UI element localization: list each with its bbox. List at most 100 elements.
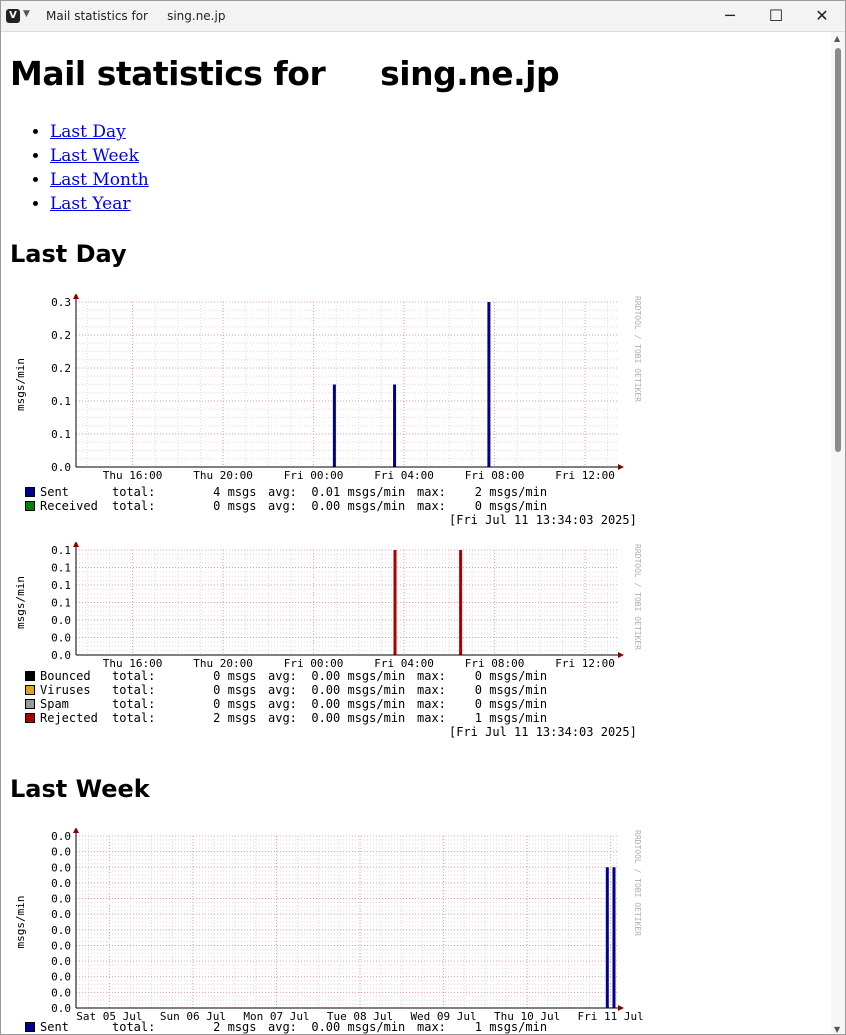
legend-swatch: [25, 487, 35, 497]
legend-series-name: Bounced: [40, 669, 91, 683]
legend-average: avg: 0.00 msgs/min: [268, 697, 406, 711]
y-tick-label: 0.0: [51, 877, 71, 890]
rrdtool-watermark: RRDTOOL / TOBI OETIKER: [633, 830, 642, 936]
y-tick-label: 0.0: [51, 893, 71, 906]
link-last-week[interactable]: Last Week: [50, 146, 139, 166]
legend-series-name: Sent: [40, 485, 69, 499]
x-tick-label: Fri 00:00: [284, 657, 344, 667]
y-tick-label: 0.0: [51, 632, 71, 645]
period-nav: Last Day Last Week Last Month Last Year: [10, 120, 149, 216]
y-tick-label: 0.1: [51, 544, 71, 557]
legend-swatch: [25, 501, 35, 511]
y-tick-label: 0.0: [51, 939, 71, 952]
y-tick-label: 0.0: [51, 1002, 71, 1015]
legend-average: avg: 0.00 msgs/min: [268, 683, 406, 697]
y-tick-label: 0.0: [51, 955, 71, 968]
y-axis-label: msgs/min: [14, 896, 27, 949]
vertical-scrollbar[interactable]: ▲ ▼: [831, 32, 845, 1034]
chart-bar-sent: [332, 384, 336, 467]
chevron-down-icon[interactable]: ▼: [23, 9, 30, 19]
y-tick-label: 0.1: [51, 395, 71, 408]
legend-series-name: Spam: [40, 697, 69, 711]
legend-swatch: [25, 1022, 35, 1032]
x-tick-label: Fri 08:00: [465, 657, 525, 667]
legend-maximum: max: 0 msgs/min: [417, 683, 548, 697]
x-tick-label: Wed 09 Jul: [410, 1010, 476, 1020]
legend-maximum: max: 0 msgs/min: [417, 697, 548, 711]
link-last-year[interactable]: Last Year: [50, 194, 130, 214]
legend-total: total: 4 msgs: [112, 485, 257, 499]
y-tick-label: 0.3: [51, 296, 71, 309]
y-tick-label: 0.0: [51, 846, 71, 859]
y-tick-label: 0.1: [51, 562, 71, 575]
x-tick-label: Thu 20:00: [193, 657, 253, 667]
y-tick-label: 0.0: [51, 971, 71, 984]
vivaldi-logo-icon[interactable]: V: [6, 9, 20, 23]
scroll-up-arrow-icon[interactable]: ▲: [834, 34, 840, 43]
legend-maximum: max: 0 msgs/min: [417, 669, 548, 683]
link-last-day[interactable]: Last Day: [50, 122, 126, 142]
page-content: Mail statistics for sing.ne.jp Last Day …: [1, 32, 831, 1034]
x-tick-label: Fri 12:00: [555, 657, 615, 667]
day-traffic-graph: 0.0 0.1 0.1 0.2 0.2 0.3 Thu 16:00 Thu 20:00 Fri …: [1, 294, 651, 479]
browser-window: V ▼ Mail statistics for sing.ne.jp ─ ☐ ✕…: [0, 0, 846, 1035]
legend-maximum: max: 1 msgs/min: [417, 711, 548, 725]
legend-series-name: Viruses: [40, 683, 91, 697]
chart-bar-rejected: [459, 550, 463, 655]
chart-bar-sent: [612, 867, 616, 1008]
scroll-down-arrow-icon[interactable]: ▼: [834, 1025, 840, 1034]
graph-background: [1, 542, 651, 667]
y-tick-label: 0.2: [51, 329, 71, 342]
x-tick-label: Mon 07 Jul: [243, 1010, 309, 1020]
week-traffic-graph: 0.0 0.0 0.0 0.0 0.0 0.0 0.0 0.0 0.0 0.0 0.0 0.0 Sat …: [1, 828, 651, 1020]
nav-item-last-day: Last Day: [50, 120, 149, 144]
legend-maximum: max: 1 msgs/min: [417, 1020, 548, 1034]
close-button[interactable]: ✕: [799, 1, 845, 31]
legend-swatch: [25, 671, 35, 681]
section-heading-last-day: Last Day: [10, 240, 127, 268]
nav-item-last-year: Last Year: [50, 192, 149, 216]
maximize-button[interactable]: ☐: [753, 1, 799, 31]
chart-bar-rejected: [393, 550, 397, 655]
section-heading-last-week: Last Week: [10, 775, 150, 803]
title-bar: V ▼ Mail statistics for sing.ne.jp ─ ☐ ✕: [1, 1, 845, 32]
legend-total: total: 0 msgs: [112, 697, 257, 711]
legend-average: avg: 0.00 msgs/min: [268, 499, 406, 513]
legend-total: total: 0 msgs: [112, 499, 257, 513]
graph-background: [1, 828, 651, 1020]
legend-maximum: max: 2 msgs/min: [417, 485, 548, 499]
legend-swatch: [25, 713, 35, 723]
minimize-button[interactable]: ─: [707, 1, 753, 31]
scrollbar-thumb[interactable]: [835, 48, 841, 452]
y-tick-label: 0.0: [51, 986, 71, 999]
chart-bar-sent: [487, 302, 491, 467]
y-axis-label: msgs/min: [14, 576, 27, 629]
legend-average: avg: 0.00 msgs/min: [268, 711, 406, 725]
y-tick-label: 0.1: [51, 597, 71, 610]
legend-series-name: Sent: [40, 1020, 69, 1034]
x-tick-label: Sun 06 Jul: [160, 1010, 226, 1020]
rrdtool-watermark: RRDTOOL / TOBI OETIKER: [633, 296, 642, 402]
link-last-month[interactable]: Last Month: [50, 170, 149, 190]
y-tick-label: 0.0: [51, 924, 71, 937]
x-tick-label: Fri 00:00: [284, 469, 344, 479]
day-rejects-graph: 0.0 0.0 0.0 0.1 0.1 0.1 0.1 Thu 16:00 Thu 20:00 F…: [1, 542, 651, 667]
legend-series-name: Rejected: [40, 711, 98, 725]
y-tick-label: 0.0: [51, 861, 71, 874]
x-tick-label: Fri 08:00: [465, 469, 525, 479]
chart-bar-sent: [393, 384, 397, 467]
y-axis-label: msgs/min: [14, 358, 27, 411]
x-tick-label: Fri 04:00: [374, 469, 434, 479]
x-tick-label: Thu 20:00: [193, 469, 253, 479]
legend-total: total: 0 msgs: [112, 683, 257, 697]
legend-average: avg: 0.01 msgs/min: [268, 485, 406, 499]
day-traffic-timestamp: [Fri Jul 11 13:34:03 2025]: [449, 513, 637, 527]
y-tick-label: 0.0: [51, 908, 71, 921]
y-tick-label: 0.0: [51, 461, 71, 474]
page-title: Mail statistics for sing.ne.jp: [10, 54, 560, 93]
chart-bar-sent: [605, 867, 609, 1008]
legend-total: total: 2 msgs: [112, 711, 257, 725]
x-tick-label: Thu 16:00: [103, 469, 163, 479]
legend-average: avg: 0.00 msgs/min: [268, 1020, 406, 1034]
nav-item-last-week: Last Week: [50, 144, 149, 168]
